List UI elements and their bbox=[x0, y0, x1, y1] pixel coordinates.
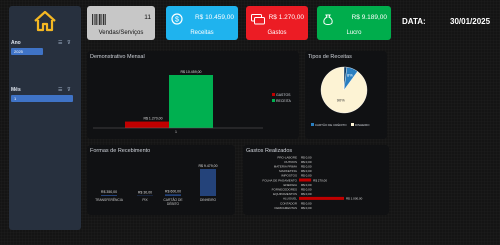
clear-filter-icon[interactable]: ⊽ bbox=[67, 87, 71, 93]
money-bag-icon bbox=[322, 12, 334, 30]
year-option-2025[interactable]: 2025 bbox=[11, 48, 43, 55]
kpi-receitas-label: Receitas bbox=[190, 30, 214, 36]
value-label-9: R$ 1.000,00 bbox=[346, 197, 363, 201]
x-tick-label-3: DINHEIRO bbox=[200, 198, 217, 202]
revenue-types-panel: Tipos de Receitas 90% 8% CARTÃO DE CRÉDIT… bbox=[305, 51, 387, 139]
bar-5 bbox=[299, 178, 312, 182]
kpi-vendas-value: 11 bbox=[144, 14, 151, 21]
payment-methods-chart: R$ 350,00 TRANSFERÊNCIA R$ 30,00 PIX R$ 600,… bbox=[95, 164, 218, 206]
category-label-0: PRO-LABORE bbox=[277, 155, 297, 159]
monthly-chart-panel: Demonstrativo Mensal R$ 1.270,00 R$ 10.45… bbox=[87, 51, 299, 139]
bar-gastos bbox=[125, 121, 169, 128]
kpi-gastos-label: Gastos bbox=[267, 30, 287, 36]
bar-0 bbox=[101, 195, 117, 196]
x-tick-label: 1 bbox=[175, 130, 177, 134]
bar-value-label-3: R$ 9.479,00 bbox=[198, 164, 217, 168]
x-tick-label-1: PIX bbox=[142, 198, 148, 202]
value-label-8: R$ 0,00 bbox=[301, 192, 312, 196]
value-label-2: R$ 0,00 bbox=[301, 165, 312, 169]
legend-receita-label: RECEITA bbox=[275, 99, 291, 103]
kpi-lucro-label: Lucro bbox=[346, 30, 362, 36]
value-label-1: R$ 0,00 bbox=[301, 160, 312, 164]
money-icon: $ bbox=[171, 12, 183, 30]
kpi-vendas-label: Vendas/Serviços bbox=[98, 30, 144, 36]
pie-legend-cash-label: DINHEIRO bbox=[354, 123, 370, 127]
category-label-11: FERRAMENTAS bbox=[275, 206, 297, 210]
kpi-gastos-value: R$ 1.270,00 bbox=[268, 14, 304, 21]
value-label-0: R$ 0,00 bbox=[301, 155, 312, 159]
value-label-10: R$ 0,00 bbox=[301, 201, 312, 205]
pie-legend-cash: DINHEIRO bbox=[351, 123, 370, 127]
category-label-3: MARKETING bbox=[279, 169, 298, 173]
payment-methods-panel: Formas de Recebimento R$ 350,00 TRANSFERÊ… bbox=[87, 145, 235, 215]
category-label-2: MATERIA PRIMA bbox=[274, 165, 297, 169]
category-label-9: ALUGUEL bbox=[283, 197, 297, 201]
bar-9 bbox=[299, 196, 344, 200]
value-label-6: R$ 0,00 bbox=[301, 183, 312, 187]
legend-receita: RECEITA bbox=[272, 99, 291, 103]
bar-label-gastos: R$ 1.270,00 bbox=[143, 117, 162, 121]
kpi-vendas-card: 11 Vendas/Serviços bbox=[87, 6, 155, 40]
bar-value-label-1: R$ 30,00 bbox=[138, 191, 152, 195]
category-label-6: ENERGIA bbox=[283, 183, 297, 187]
kpi-lucro-card: R$ 9.189,00 Lucro bbox=[317, 6, 391, 40]
bar-value-label-2: R$ 600,00 bbox=[165, 189, 181, 193]
value-label-5: R$ 270,00 bbox=[313, 178, 327, 182]
kpi-receitas-card: $ R$ 10.459,00 Receitas bbox=[166, 6, 238, 40]
monthly-chart: R$ 1.270,00 R$ 10.459,00 1 bbox=[93, 70, 263, 134]
category-label-5: FOLHA DE PAGAMENTO bbox=[262, 178, 297, 182]
category-label-7: FORNECEDORES bbox=[272, 188, 297, 192]
bar-receita bbox=[169, 75, 213, 128]
date-value: 30/01/2025 bbox=[450, 17, 491, 26]
expenses-chart: PRO-LABORE R$ 0,00 OUTROS R$ 0,00 MATERIA PR… bbox=[262, 155, 363, 210]
legend-gastos: GASTOS bbox=[272, 93, 291, 97]
multi-select-icon[interactable]: ☰ bbox=[58, 40, 62, 46]
x-tick-label-2: DÉBITO bbox=[167, 201, 180, 206]
kpi-receitas-value: R$ 10.459,00 bbox=[194, 14, 234, 21]
value-label-4: R$ 0,00 bbox=[301, 174, 312, 178]
category-label-10: CONTADOR bbox=[280, 201, 298, 205]
date-label: DATA: bbox=[402, 17, 426, 26]
bar-2 bbox=[165, 194, 181, 196]
pie-legend-credit-label: CARTÃO DE CRÉDITO bbox=[314, 123, 347, 127]
kpi-lucro-value: R$ 9.189,00 bbox=[351, 14, 387, 21]
month-option-1[interactable]: 1 bbox=[11, 95, 73, 102]
clear-filter-icon[interactable]: ⊽ bbox=[67, 40, 71, 46]
sidebar: Ano ☰ ⊽ 2025 Mês ☰ ⊽ 1 bbox=[9, 6, 81, 230]
multi-select-icon[interactable]: ☰ bbox=[58, 87, 62, 93]
svg-text:$: $ bbox=[175, 17, 179, 24]
month-filter-title: Mês bbox=[11, 87, 21, 93]
year-filter-title: Ano bbox=[11, 40, 21, 46]
value-label-3: R$ 0,00 bbox=[301, 169, 312, 173]
kpi-gastos-card: R$ 1.270,00 Gastos bbox=[246, 6, 308, 40]
category-label-1: OUTROS bbox=[284, 160, 297, 164]
bar-value-label-0: R$ 350,00 bbox=[101, 190, 117, 194]
category-label-4: IMPOSTOS bbox=[281, 174, 297, 178]
home-icon[interactable] bbox=[33, 10, 57, 37]
barcode-icon bbox=[92, 12, 106, 30]
x-tick-label-0: TRANSFERÊNCIA bbox=[95, 197, 124, 202]
category-label-8: EQUIPAMENTOS bbox=[273, 192, 297, 196]
expenses-panel: Gastos Realizados PRO-LABORE R$ 0,00 OUTRO… bbox=[243, 145, 389, 215]
pie-label-0: 90% bbox=[337, 97, 345, 102]
bar-3 bbox=[200, 169, 216, 196]
value-label-7: R$ 0,00 bbox=[301, 188, 312, 192]
pie-label-1: 8% bbox=[347, 73, 353, 78]
legend-gastos-label: GASTOS bbox=[275, 93, 291, 97]
bar-label-receita: R$ 10.459,00 bbox=[180, 70, 201, 74]
pie-legend-credit: CARTÃO DE CRÉDITO bbox=[311, 123, 347, 127]
value-label-11: R$ 0,00 bbox=[301, 206, 312, 210]
cards-icon bbox=[251, 12, 265, 30]
